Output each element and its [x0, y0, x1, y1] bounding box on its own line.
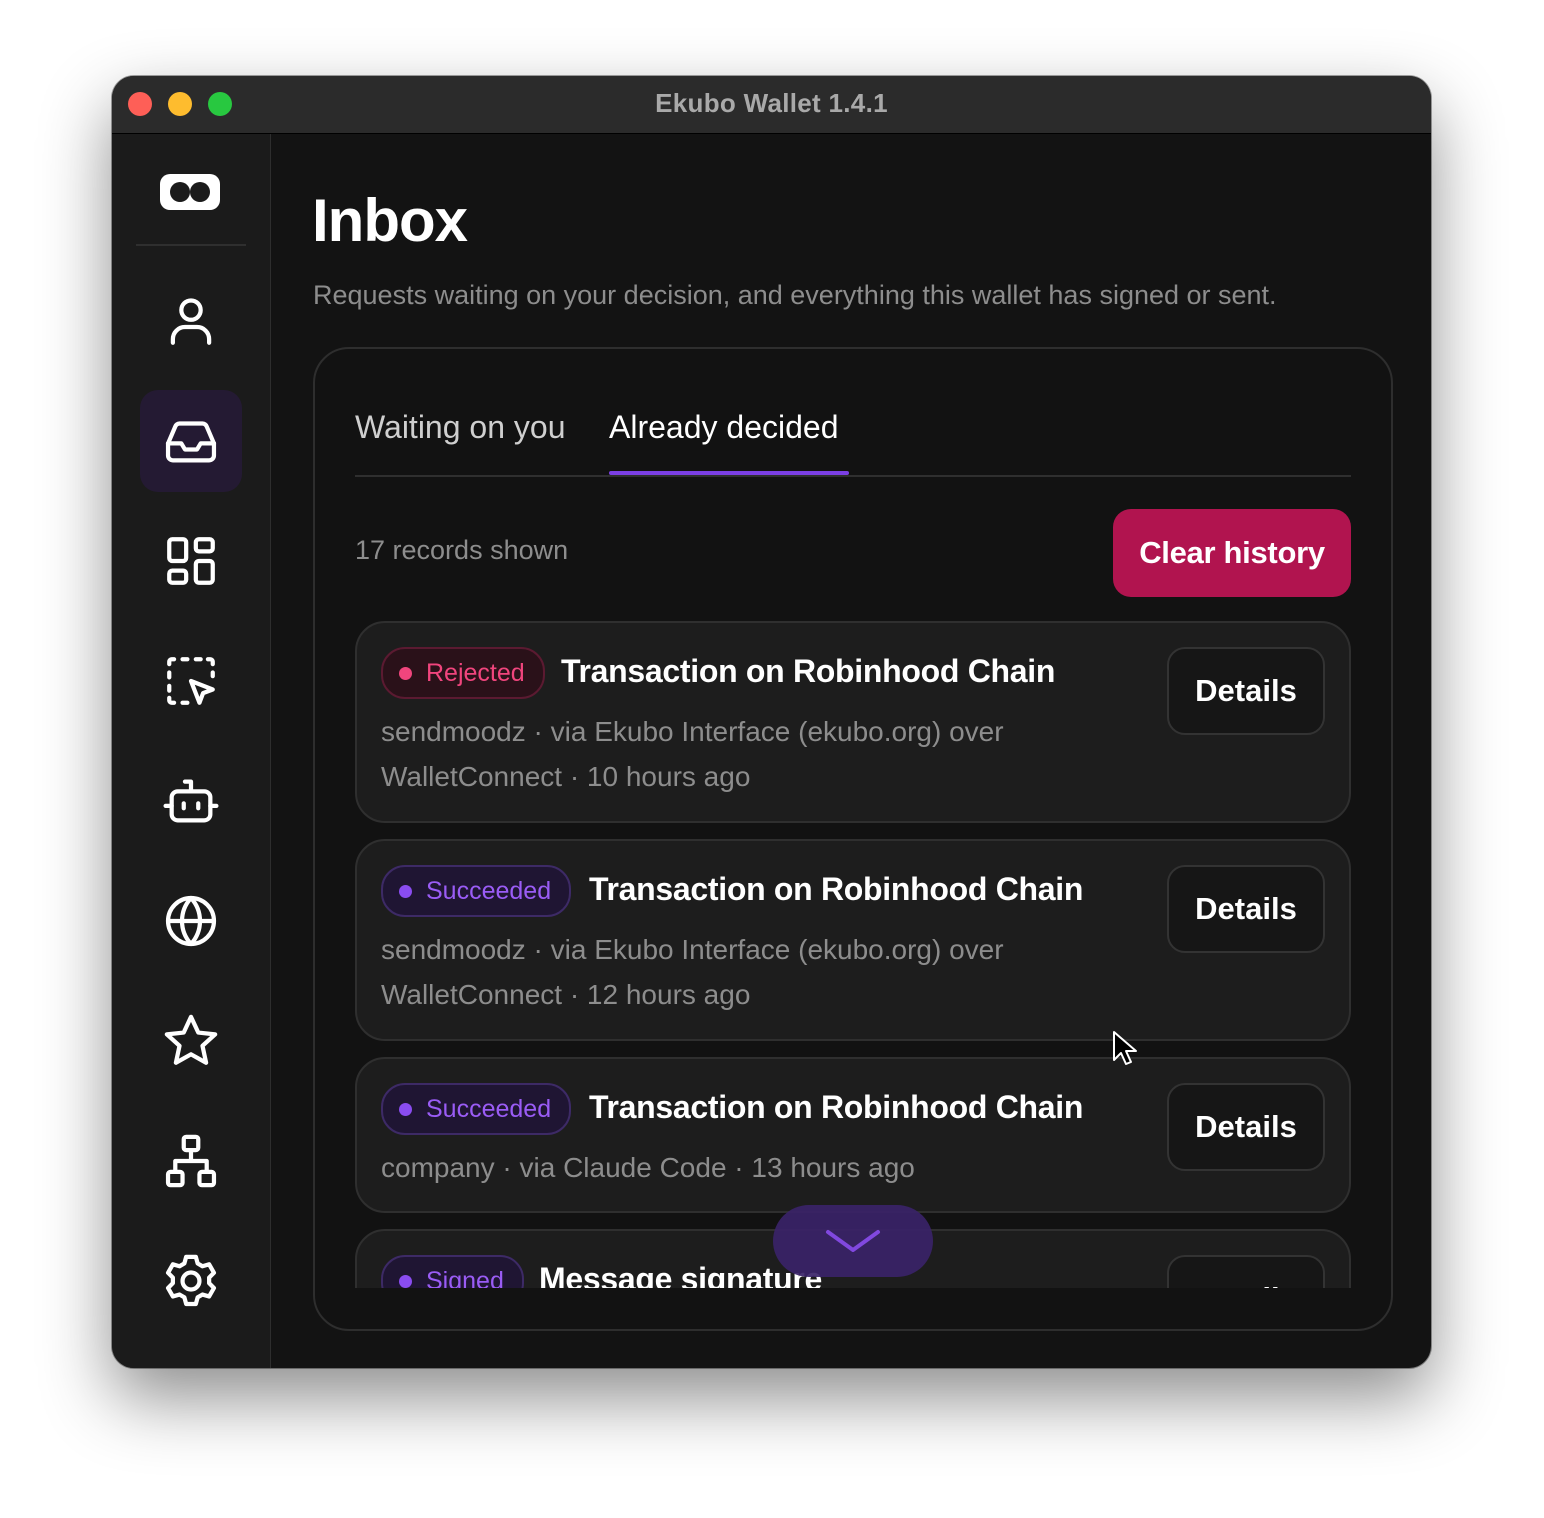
record-title: Transaction on Robinhood Chain [589, 1089, 1084, 1125]
apps-grid-icon [167, 537, 215, 585]
star-icon [164, 1014, 218, 1065]
details-button[interactable]: Details [1167, 647, 1325, 735]
scroll-down-button[interactable] [773, 1205, 933, 1277]
gear-icon [165, 1254, 217, 1307]
status-dot [399, 1274, 412, 1288]
record-meta: company · via Claude Code · 13 hours ago [381, 1152, 915, 1183]
app-window: Ekubo Wallet 1.4.1 Inbox Requests waitin… [112, 76, 1431, 1368]
tab-bar: Waiting on you Already decided [355, 349, 1351, 477]
nav-agents[interactable] [140, 750, 242, 852]
record-item: Succeeded Transaction on Robinhood Chain… [355, 1057, 1351, 1213]
globe-icon [165, 895, 217, 947]
ekubo-logo-icon[interactable] [158, 170, 222, 214]
status-badge: Succeeded [381, 865, 572, 917]
inbox-icon [165, 421, 217, 463]
status-dot [399, 1102, 412, 1116]
window-title: Ekubo Wallet 1.4.1 [655, 88, 888, 118]
sidebar [112, 134, 271, 1368]
chevron-down-icon [826, 1230, 880, 1252]
nav-inbox[interactable] [140, 390, 242, 492]
status-badge: Succeeded [381, 1083, 572, 1135]
record-title: Message signature [539, 1261, 823, 1288]
nav-favorites[interactable] [140, 990, 242, 1092]
record-item: Rejected Transaction on Robinhood Chain … [355, 621, 1351, 823]
inbox-panel: Waiting on you Already decided 17 record… [313, 347, 1393, 1331]
mouse-pointer-icon [1113, 1031, 1137, 1065]
status-label: Rejected [426, 658, 525, 687]
status-badge: Rejected [381, 647, 545, 699]
record-title: Transaction on Robinhood Chain [561, 653, 1056, 689]
records-count: 17 records shown [355, 535, 569, 565]
nav-apps[interactable] [140, 510, 242, 612]
record-meta: sendmoodz · via Ekubo Interface (ekubo.o… [381, 934, 1004, 1010]
tab-already-decided[interactable]: Already decided [609, 409, 838, 470]
network-icon [165, 1134, 217, 1188]
status-dot [399, 666, 412, 680]
sidebar-divider [136, 244, 246, 246]
nav-selection[interactable] [140, 630, 242, 732]
details-button[interactable]: Details [1167, 1083, 1325, 1171]
nav-connections[interactable] [140, 1110, 242, 1212]
nav-settings[interactable] [140, 1230, 242, 1332]
user-icon [170, 298, 212, 345]
active-tab-indicator [609, 471, 849, 475]
record-title: Transaction on Robinhood Chain [589, 871, 1084, 907]
status-badge: Signed [381, 1255, 524, 1288]
record-item: Succeeded Transaction on Robinhood Chain… [355, 839, 1351, 1041]
title-bar: Ekubo Wallet 1.4.1 [112, 76, 1431, 134]
status-dot [399, 884, 412, 898]
record-meta: sendmoodz · via Ekubo Interface (ekubo.o… [381, 716, 1004, 792]
details-button[interactable]: Details [1167, 865, 1325, 953]
status-label: Signed [426, 1266, 504, 1289]
clear-history-button[interactable]: Clear history [1113, 509, 1351, 597]
nav-networks[interactable] [140, 870, 242, 972]
status-label: Succeeded [426, 1094, 552, 1123]
tab-waiting-on-you[interactable]: Waiting on you [355, 409, 565, 470]
details-button[interactable]: Details [1167, 1255, 1325, 1288]
page-subtitle: Requests waiting on your decision, and e… [313, 280, 1277, 310]
robot-icon [163, 779, 219, 823]
page-title: Inbox [312, 187, 468, 254]
selection-cursor-icon [167, 657, 215, 705]
records-list[interactable]: Rejected Transaction on Robinhood Chain … [355, 621, 1353, 1288]
status-label: Succeeded [426, 876, 552, 905]
nav-account[interactable] [140, 270, 242, 372]
main-content: Inbox Requests waiting on your decision,… [271, 134, 1431, 1368]
